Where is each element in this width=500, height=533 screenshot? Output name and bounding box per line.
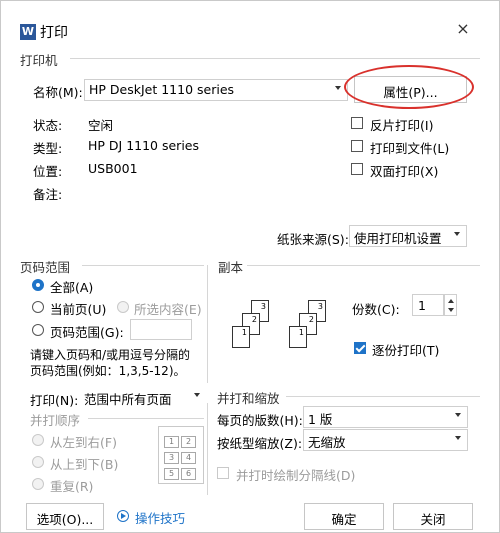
- chevron-down-icon: [335, 86, 341, 90]
- divider: [207, 403, 208, 495]
- scale-select[interactable]: 无缩放: [303, 429, 468, 451]
- selection-label: 所选内容(E): [134, 302, 202, 317]
- printer-name-label: 名称(M):: [33, 85, 83, 100]
- ok-button-label: 确定: [331, 512, 357, 527]
- page-range-hint-1: 请键入页码和/或用逗号分隔的: [30, 348, 191, 362]
- page-range-radio[interactable]: [32, 324, 44, 336]
- arrow-down-icon: [448, 308, 454, 312]
- close-button-label: 关闭: [420, 512, 446, 527]
- dialog-title: 打印: [40, 25, 68, 41]
- location-label: 位置:: [33, 164, 63, 179]
- scale-label: 按纸型缩放(Z):: [217, 436, 303, 451]
- print-to-file-label: 打印到文件(L): [370, 141, 450, 156]
- page-range-title: 页码范围: [20, 260, 71, 275]
- type-value: HP DJ 1110 series: [88, 138, 199, 153]
- zoom-title: 并打和缩放: [217, 391, 280, 406]
- print-what-label: 打印(N):: [30, 393, 79, 408]
- order-cell: 1: [164, 436, 179, 448]
- collate-label: 逐份打印(T): [372, 343, 440, 358]
- ok-button[interactable]: 确定: [304, 503, 384, 530]
- status-label: 状态:: [33, 118, 63, 133]
- divider: [70, 58, 480, 59]
- tips-link[interactable]: 操作技巧: [135, 508, 185, 527]
- copies-count-value: 1: [418, 298, 426, 313]
- chevron-down-icon: [194, 393, 200, 397]
- left-to-right-label: 从左到右(F): [50, 435, 117, 450]
- left-to-right-radio[interactable]: [32, 434, 44, 446]
- reverse-print-checkbox[interactable]: [351, 117, 363, 129]
- repeat-label: 重复(R): [50, 479, 94, 494]
- comment-label: 备注:: [33, 187, 63, 202]
- divider: [247, 265, 480, 266]
- scale-value: 无缩放: [308, 435, 346, 450]
- print-to-file-checkbox[interactable]: [351, 140, 363, 152]
- page-range-label: 页码范围(G):: [50, 325, 124, 340]
- divider: [207, 265, 208, 383]
- chevron-down-icon: [455, 436, 461, 440]
- paper-source-select[interactable]: 使用打印机设置: [349, 225, 467, 247]
- status-value: 空闲: [88, 118, 114, 133]
- printer-section-title: 打印机: [20, 53, 58, 68]
- copies-title: 副本: [218, 260, 244, 275]
- print-what-select[interactable]: 范围中所有页面: [79, 386, 207, 408]
- chevron-down-icon: [454, 232, 460, 236]
- copies-count-input[interactable]: 1: [412, 294, 444, 316]
- highlight-circle: [344, 65, 474, 109]
- options-button-label: 选项(O)...: [36, 512, 94, 527]
- page-icon: 1: [232, 326, 250, 348]
- divider: [82, 265, 204, 266]
- all-pages-label: 全部(A): [50, 280, 94, 295]
- repeat-radio[interactable]: [32, 478, 44, 490]
- order-cell: 5: [164, 468, 179, 480]
- print-what-value: 范围中所有页面: [84, 392, 172, 407]
- options-button[interactable]: 选项(O)...: [26, 503, 104, 530]
- page-range-hint-2: 页码范围(例如：1,3,5-12)。: [30, 364, 186, 378]
- draw-borders-checkbox[interactable]: [217, 467, 229, 479]
- paper-source-value: 使用打印机设置: [354, 231, 442, 246]
- pages-per-sheet-value: 1 版: [308, 412, 333, 427]
- current-page-label: 当前页(U): [50, 302, 107, 317]
- pages-per-sheet-select[interactable]: 1 版: [303, 406, 468, 428]
- printer-name-value: HP DeskJet 1110 series: [89, 82, 235, 97]
- top-to-bottom-label: 从上到下(B): [50, 457, 119, 472]
- order-cell: 4: [181, 452, 196, 464]
- current-page-radio[interactable]: [32, 301, 44, 313]
- type-label: 类型:: [33, 141, 63, 156]
- print-order-title: 并打顺序: [30, 413, 81, 428]
- page-icon: 1: [289, 326, 307, 348]
- copies-spinner[interactable]: [444, 294, 457, 316]
- pages-per-sheet-label: 每页的版数(H):: [217, 413, 303, 428]
- play-circle-icon: [117, 510, 129, 522]
- order-cell: 2: [181, 436, 196, 448]
- arrow-up-icon: [448, 299, 454, 303]
- paper-source-label: 纸张来源(S):: [277, 232, 349, 247]
- collate-checkbox[interactable]: [354, 342, 366, 354]
- close-icon[interactable]: ×: [454, 20, 472, 38]
- location-value: USB001: [88, 161, 138, 176]
- page-range-input[interactable]: [130, 319, 192, 340]
- order-cell: 3: [164, 452, 179, 464]
- selection-radio[interactable]: [117, 301, 129, 313]
- reverse-print-label: 反片打印(I): [370, 118, 434, 133]
- duplex-label: 双面打印(X): [370, 164, 439, 179]
- all-pages-radio[interactable]: [32, 279, 44, 291]
- printer-name-select[interactable]: HP DeskJet 1110 series: [84, 79, 348, 101]
- copies-count-label: 份数(C):: [352, 302, 400, 317]
- order-cell: 6: [181, 468, 196, 480]
- draw-borders-label: 并打时绘制分隔线(D): [236, 468, 356, 483]
- chevron-down-icon: [455, 413, 461, 417]
- divider: [88, 418, 204, 419]
- divider: [286, 396, 480, 397]
- wps-writer-icon: W: [20, 24, 36, 40]
- close-button[interactable]: 关闭: [393, 503, 473, 530]
- top-to-bottom-radio[interactable]: [32, 456, 44, 468]
- duplex-checkbox[interactable]: [351, 163, 363, 175]
